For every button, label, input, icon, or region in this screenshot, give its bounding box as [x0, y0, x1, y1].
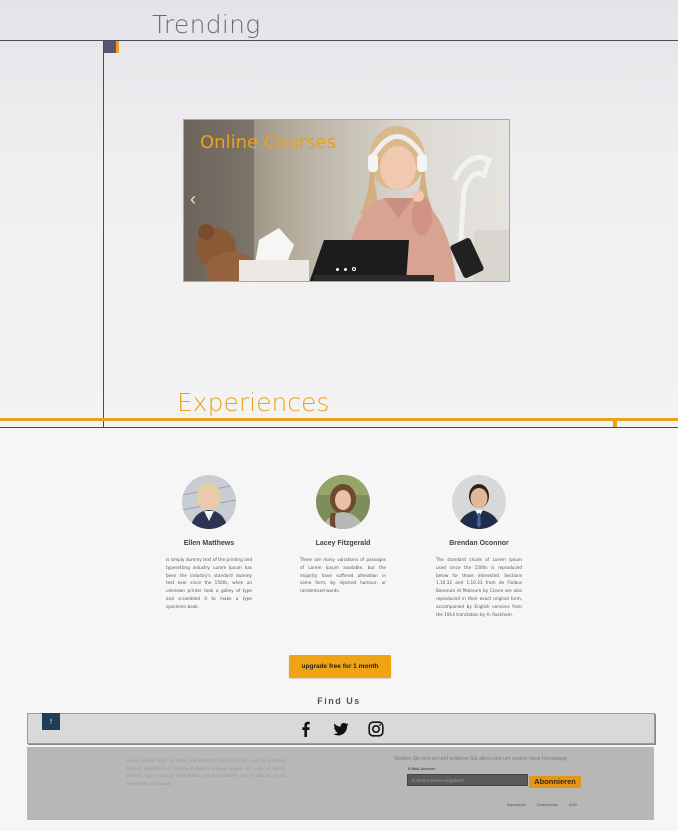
footer: Lorem ipsum dolor sit amet, consectetur …: [27, 747, 654, 820]
testimonial-card: Ellen Matthews is simply dummy text of t…: [166, 475, 252, 611]
person-bio: There are many variations of passages of…: [300, 557, 386, 594]
slider-prev-button[interactable]: ‹: [186, 188, 200, 210]
person-name: Ellen Matthews: [183, 540, 235, 547]
twitter-icon[interactable]: [333, 721, 349, 737]
slider-next-button[interactable]: ›: [491, 188, 505, 210]
avatar: [182, 475, 236, 529]
person-bio: The standard chunk of Lorem Ipsum used s…: [436, 557, 522, 617]
footer-link-agb[interactable]: AGB: [569, 803, 577, 807]
slider-dot[interactable]: [336, 268, 339, 271]
accent-square: [104, 41, 116, 53]
trending-heading: Trending: [152, 10, 261, 39]
footer-link-datenschutz[interactable]: Datenschutz: [537, 803, 558, 807]
accent-bar: [116, 41, 119, 53]
email-field[interactable]: [407, 774, 528, 786]
avatar: [452, 475, 506, 529]
slide-title: Online Courses: [200, 132, 337, 153]
vertical-divider: [103, 41, 104, 427]
footer-links: Impressum Datenschutz AGB: [507, 803, 577, 807]
scroll-to-top-button[interactable]: ↑: [42, 713, 60, 730]
testimonial-card: Brendan Oconnor The standard chunk of Lo…: [436, 475, 522, 618]
slider-dot-active[interactable]: [352, 267, 356, 271]
newsletter-heading: Melden Sie sich an und erfahren Sie alle…: [394, 756, 568, 762]
person-name: Brendan Oconnor: [449, 540, 509, 547]
slider-pagination: [336, 267, 356, 271]
email-label: E-Mail-Adresse: [408, 767, 436, 771]
divider-line-top: [0, 40, 678, 41]
footer-link-impressum[interactable]: Impressum: [507, 803, 526, 807]
experiences-heading: Experiences: [177, 388, 330, 417]
social-bar: [27, 713, 655, 744]
course-slider[interactable]: Online Courses ‹ ›: [183, 119, 510, 282]
person-bio: is simply dummy text of the printing and…: [166, 557, 252, 609]
person-name: Lacey Fitzgerald: [315, 540, 371, 547]
subscribe-button[interactable]: Abonnieren: [529, 776, 581, 788]
testimonial-card: Lacey Fitzgerald There are many variatio…: [300, 475, 386, 595]
footer-text: Lorem ipsum dolor sit amet, consectetur …: [126, 759, 286, 787]
avatar: [316, 475, 370, 529]
divider-line-bottom: [0, 427, 678, 428]
instagram-icon[interactable]: [368, 721, 384, 737]
find-us-heading: Find Us: [317, 696, 361, 706]
upgrade-button[interactable]: upgrade free for 1 month: [289, 655, 391, 678]
accent-divider: [0, 418, 678, 421]
slider-dot[interactable]: [344, 268, 347, 271]
facebook-icon[interactable]: [298, 721, 314, 737]
